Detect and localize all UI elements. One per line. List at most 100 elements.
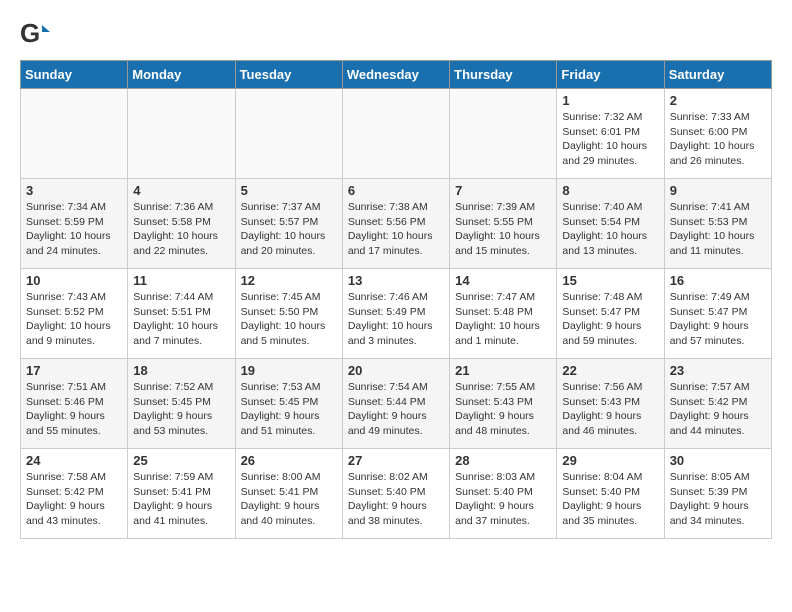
- day-number: 6: [348, 183, 444, 198]
- day-number: 7: [455, 183, 551, 198]
- day-info-line: Daylight: 9 hours and 48 minutes.: [455, 409, 551, 438]
- day-info-line: Sunrise: 7:48 AM: [562, 290, 658, 305]
- day-info-line: Sunset: 5:45 PM: [241, 395, 337, 410]
- day-cell: 3Sunrise: 7:34 AMSunset: 5:59 PMDaylight…: [21, 179, 128, 269]
- day-info-line: Sunrise: 7:46 AM: [348, 290, 444, 305]
- day-info-line: Daylight: 9 hours and 43 minutes.: [26, 499, 122, 528]
- day-cell: 14Sunrise: 7:47 AMSunset: 5:48 PMDayligh…: [450, 269, 557, 359]
- day-cell: [235, 89, 342, 179]
- day-info-line: Sunset: 5:46 PM: [26, 395, 122, 410]
- day-info-line: Daylight: 10 hours and 9 minutes.: [26, 319, 122, 348]
- day-info-line: Daylight: 9 hours and 53 minutes.: [133, 409, 229, 438]
- week-row-4: 17Sunrise: 7:51 AMSunset: 5:46 PMDayligh…: [21, 359, 772, 449]
- day-number: 28: [455, 453, 551, 468]
- day-info-line: Daylight: 10 hours and 26 minutes.: [670, 139, 766, 168]
- day-info-line: Daylight: 10 hours and 11 minutes.: [670, 229, 766, 258]
- day-number: 19: [241, 363, 337, 378]
- day-number: 10: [26, 273, 122, 288]
- day-number: 9: [670, 183, 766, 198]
- day-info-line: Sunrise: 7:45 AM: [241, 290, 337, 305]
- week-row-2: 3Sunrise: 7:34 AMSunset: 5:59 PMDaylight…: [21, 179, 772, 269]
- day-cell: 15Sunrise: 7:48 AMSunset: 5:47 PMDayligh…: [557, 269, 664, 359]
- day-info: Sunrise: 7:38 AMSunset: 5:56 PMDaylight:…: [348, 200, 444, 259]
- day-info-line: Sunset: 5:53 PM: [670, 215, 766, 230]
- day-cell: 26Sunrise: 8:00 AMSunset: 5:41 PMDayligh…: [235, 449, 342, 539]
- day-info: Sunrise: 7:41 AMSunset: 5:53 PMDaylight:…: [670, 200, 766, 259]
- day-number: 16: [670, 273, 766, 288]
- day-cell: 4Sunrise: 7:36 AMSunset: 5:58 PMDaylight…: [128, 179, 235, 269]
- day-number: 1: [562, 93, 658, 108]
- day-info: Sunrise: 8:05 AMSunset: 5:39 PMDaylight:…: [670, 470, 766, 529]
- day-number: 11: [133, 273, 229, 288]
- day-number: 20: [348, 363, 444, 378]
- day-info-line: Sunrise: 7:52 AM: [133, 380, 229, 395]
- day-info-line: Sunrise: 7:39 AM: [455, 200, 551, 215]
- day-info: Sunrise: 7:57 AMSunset: 5:42 PMDaylight:…: [670, 380, 766, 439]
- day-cell: 28 Sunrise: 8:03 AMSunset: 5:40 PMDayligh…: [450, 449, 557, 539]
- day-info-line: Sunrise: 7:54 AM: [348, 380, 444, 395]
- day-info: Sunrise: 7:45 AMSunset: 5:50 PMDaylight:…: [241, 290, 337, 349]
- day-info-line: Sunset: 5:44 PM: [348, 395, 444, 410]
- day-number: 18: [133, 363, 229, 378]
- day-info-line: Sunset: 5:47 PM: [670, 305, 766, 320]
- day-info-line: Sunrise: 7:38 AM: [348, 200, 444, 215]
- day-info-line: Sunrise: 7:56 AM: [562, 380, 658, 395]
- day-number: 26: [241, 453, 337, 468]
- day-info-line: Daylight: 9 hours and 55 minutes.: [26, 409, 122, 438]
- day-info: Sunrise: 7:44 AMSunset: 5:51 PMDaylight:…: [133, 290, 229, 349]
- day-number: 17: [26, 363, 122, 378]
- day-info-line: Daylight: 10 hours and 15 minutes.: [455, 229, 551, 258]
- day-info-line: Sunrise: 8:02 AM: [348, 470, 444, 485]
- week-row-5: 24Sunrise: 7:58 AMSunset: 5:42 PMDayligh…: [21, 449, 772, 539]
- day-info-line: Sunrise: 7:32 AM: [562, 110, 658, 125]
- day-info-line: Sunrise: 7:53 AM: [241, 380, 337, 395]
- day-info-line: Sunrise: 7:55 AM: [455, 380, 551, 395]
- day-info-line: Daylight: 10 hours and 5 minutes.: [241, 319, 337, 348]
- day-info-line: Daylight: 10 hours and 7 minutes.: [133, 319, 229, 348]
- logo-icon: G: [20, 20, 50, 50]
- day-info: Sunrise: 7:48 AMSunset: 5:47 PMDaylight:…: [562, 290, 658, 349]
- day-cell: [128, 89, 235, 179]
- day-cell: 16Sunrise: 7:49 AMSunset: 5:47 PMDayligh…: [664, 269, 771, 359]
- day-cell: 22Sunrise: 7:56 AMSunset: 5:43 PMDayligh…: [557, 359, 664, 449]
- day-info-line: Sunrise: 7:41 AM: [670, 200, 766, 215]
- day-info: Sunrise: 7:53 AMSunset: 5:45 PMDaylight:…: [241, 380, 337, 439]
- day-info-line: Sunrise: 7:43 AM: [26, 290, 122, 305]
- day-info-line: Sunset: 5:51 PM: [133, 305, 229, 320]
- day-info-line: Daylight: 10 hours and 3 minutes.: [348, 319, 444, 348]
- day-info-line: Sunrise: 7:47 AM: [455, 290, 551, 305]
- day-cell: 2Sunrise: 7:33 AMSunset: 6:00 PMDaylight…: [664, 89, 771, 179]
- day-cell: 5Sunrise: 7:37 AMSunset: 5:57 PMDaylight…: [235, 179, 342, 269]
- column-header-monday: Monday: [128, 61, 235, 89]
- day-info: Sunrise: 8:03 AMSunset: 5:40 PMDaylight:…: [455, 470, 551, 529]
- day-info: Sunrise: 7:46 AMSunset: 5:49 PMDaylight:…: [348, 290, 444, 349]
- day-number: 30: [670, 453, 766, 468]
- day-number: 25: [133, 453, 229, 468]
- day-info-line: Sunrise: 7:59 AM: [133, 470, 229, 485]
- day-info-line: Sunset: 6:01 PM: [562, 125, 658, 140]
- day-cell: 25Sunrise: 7:59 AMSunset: 5:41 PMDayligh…: [128, 449, 235, 539]
- day-info-line: Sunset: 5:43 PM: [562, 395, 658, 410]
- day-cell: 1Sunrise: 7:32 AMSunset: 6:01 PMDaylight…: [557, 89, 664, 179]
- day-cell: 23Sunrise: 7:57 AMSunset: 5:42 PMDayligh…: [664, 359, 771, 449]
- header-row: SundayMondayTuesdayWednesdayThursdayFrid…: [21, 61, 772, 89]
- day-cell: 20 Sunrise: 7:54 AMSunset: 5:44 PMDayligh…: [342, 359, 449, 449]
- day-cell: 13Sunrise: 7:46 AMSunset: 5:49 PMDayligh…: [342, 269, 449, 359]
- day-info: Sunrise: 7:54 AMSunset: 5:44 PMDaylight:…: [348, 380, 444, 439]
- day-info-line: Sunset: 5:39 PM: [670, 485, 766, 500]
- day-info-line: Sunset: 5:55 PM: [455, 215, 551, 230]
- day-info-line: Sunrise: 7:36 AM: [133, 200, 229, 215]
- day-info: Sunrise: 7:36 AMSunset: 5:58 PMDaylight:…: [133, 200, 229, 259]
- day-info-line: Sunset: 5:52 PM: [26, 305, 122, 320]
- day-info-line: Daylight: 9 hours and 46 minutes.: [562, 409, 658, 438]
- day-info: Sunrise: 7:56 AMSunset: 5:43 PMDaylight:…: [562, 380, 658, 439]
- day-info: Sunrise: 7:47 AMSunset: 5:48 PMDaylight:…: [455, 290, 551, 349]
- day-info-line: Sunset: 5:47 PM: [562, 305, 658, 320]
- day-cell: 10 Sunrise: 7:43 AMSunset: 5:52 PMDayligh…: [21, 269, 128, 359]
- day-info-line: Sunrise: 8:05 AM: [670, 470, 766, 485]
- day-info-line: Sunset: 6:00 PM: [670, 125, 766, 140]
- day-info-line: Sunrise: 7:49 AM: [670, 290, 766, 305]
- day-info-line: Daylight: 9 hours and 49 minutes.: [348, 409, 444, 438]
- day-cell: 29Sunrise: 8:04 AMSunset: 5:40 PMDayligh…: [557, 449, 664, 539]
- day-info-line: Sunrise: 8:03 AM: [455, 470, 551, 485]
